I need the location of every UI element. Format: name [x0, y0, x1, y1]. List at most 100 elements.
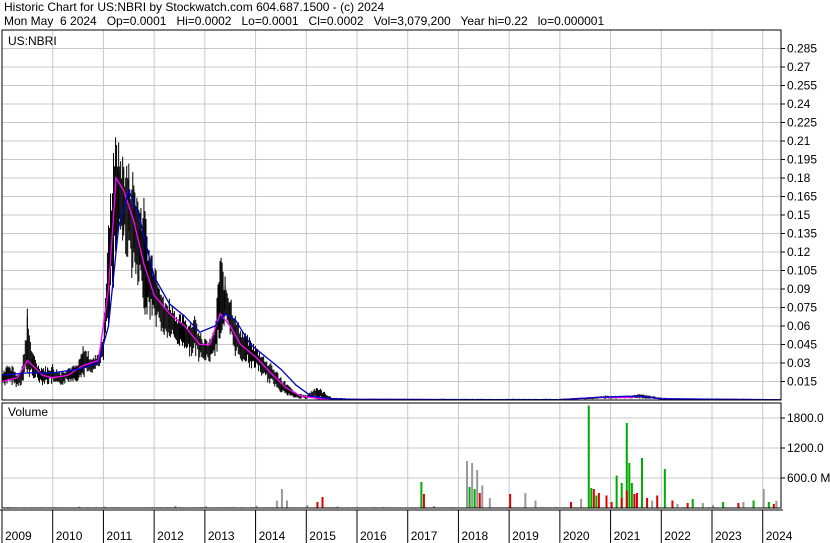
price-tick-label: 0.075 — [787, 301, 817, 315]
stock-chart: Historic Chart for US:NBRI by Stockwatch… — [0, 0, 830, 543]
volume-bars — [1, 405, 781, 508]
price-tick-label: 0.285 — [787, 42, 817, 56]
price-tick-label: 0.06 — [787, 319, 811, 333]
volume-axis-ticks: 1800.0 1200.0 600.0 M — [781, 411, 830, 485]
year-axis-ticks: 2009 2010 2011 2012 2013 2014 2015 2016 2017 2018… — [1, 510, 793, 543]
volume-bar — [476, 470, 479, 508]
volume-bar — [752, 500, 755, 508]
price-tick-label: 0.09 — [787, 282, 811, 296]
volume-bar — [737, 503, 740, 508]
volume-bar — [663, 469, 666, 508]
volume-bar — [605, 495, 608, 508]
year-tick-label: 2013 — [208, 529, 235, 543]
volume-bar — [473, 489, 476, 508]
volume-bar — [628, 463, 631, 508]
volume-tick-label: 1800.0 — [787, 411, 824, 425]
volume-bar — [646, 498, 649, 508]
price-tick-label: 0.27 — [787, 60, 811, 74]
year-tick-label: 2022 — [664, 529, 691, 543]
volume-bar — [701, 503, 704, 508]
volume-bar — [633, 494, 636, 508]
volume-bar — [656, 495, 659, 508]
volume-bar — [592, 489, 595, 508]
volume-bar — [468, 487, 471, 508]
price-tick-label: 0.21 — [787, 134, 811, 148]
volume-bar — [570, 502, 572, 508]
volume-bar — [630, 483, 633, 508]
volume-bar — [509, 494, 512, 508]
year-tick-label: 2023 — [715, 529, 742, 543]
year-tick-label: 2009 — [5, 529, 32, 543]
price-tick-label: 0.165 — [787, 190, 817, 204]
volume-bar — [625, 490, 628, 508]
volume-bar — [422, 494, 425, 508]
volume-panel-title: Volume — [8, 405, 49, 419]
volume-bar — [615, 475, 618, 508]
volume-tick-label: 1200.0 — [787, 441, 824, 455]
volume-bar — [772, 504, 775, 508]
year-tick-label: 2014 — [259, 529, 286, 543]
price-tick-label: 0.045 — [787, 338, 817, 352]
volume-bar — [691, 499, 694, 508]
volume-bar — [742, 502, 745, 508]
volume-bar — [580, 499, 583, 508]
volume-bar — [775, 501, 778, 508]
volume-bar — [524, 493, 527, 508]
price-gridlines — [1, 30, 781, 508]
volume-bar — [635, 493, 638, 508]
volume-bar — [466, 461, 469, 508]
volume-bar — [595, 495, 598, 508]
volume-bar — [676, 504, 679, 508]
volume-bar — [488, 498, 491, 508]
volume-bar — [316, 502, 319, 508]
year-tick-label: 2011 — [106, 529, 132, 543]
price-tick-label: 0.24 — [787, 97, 811, 111]
price-tick-label: 0.015 — [787, 375, 817, 389]
volume-bar — [587, 405, 590, 508]
volume-bar — [478, 493, 481, 508]
year-tick-label: 2010 — [56, 529, 83, 543]
price-high-low-bars — [1, 137, 781, 400]
volume-bar — [686, 503, 689, 508]
price-tick-label: 0.225 — [787, 116, 817, 130]
volume-bar — [620, 498, 623, 508]
volume-bar — [275, 500, 278, 508]
year-tick-label: 2016 — [360, 529, 387, 543]
volume-bar — [471, 463, 474, 508]
volume-bar — [641, 458, 643, 508]
volume-bar — [481, 485, 484, 508]
volume-bar — [722, 502, 725, 508]
volume-bar — [767, 502, 770, 508]
volume-bar — [651, 500, 654, 508]
volume-bar — [420, 482, 423, 508]
volume-bar — [590, 488, 593, 508]
volume-bar — [597, 493, 600, 508]
price-tick-label: 0.15 — [787, 208, 811, 222]
price-tick-label: 0.03 — [787, 356, 811, 370]
year-tick-label: 2019 — [512, 529, 539, 543]
volume-bar — [610, 502, 613, 508]
price-tick-label: 0.135 — [787, 227, 817, 241]
price-tick-label: 0.105 — [787, 264, 817, 278]
price-tick-label: 0.255 — [787, 79, 817, 93]
year-tick-label: 2017 — [411, 529, 438, 543]
price-panel-symbol: US:NBRI — [8, 34, 57, 48]
chart-canvas: 0.285 0.27 0.255 0.24 0.225 0.21 0.195 0.18 0.16… — [0, 29, 830, 543]
year-tick-label: 2020 — [563, 529, 590, 543]
volume-bar — [534, 500, 537, 508]
year-tick-label: 2021 — [614, 529, 641, 543]
price-tick-label: 0.18 — [787, 171, 811, 185]
volume-bar — [321, 497, 324, 508]
price-tick-label: 0.195 — [787, 153, 817, 167]
volume-bar — [286, 500, 288, 508]
year-tick-label: 2018 — [461, 529, 488, 543]
price-tick-label: 0.12 — [787, 245, 811, 259]
volume-bar — [280, 489, 283, 508]
volume-bar — [671, 500, 674, 508]
volume-tick-label: 600.0 M — [787, 471, 830, 485]
price-axis-ticks: 0.285 0.27 0.255 0.24 0.225 0.21 0.195 0.18 0.16… — [781, 42, 817, 389]
year-tick-label: 2012 — [157, 529, 184, 543]
year-tick-label: 2015 — [309, 529, 336, 543]
volume-bar — [762, 489, 765, 508]
year-tick-label: 2024 — [766, 529, 793, 543]
